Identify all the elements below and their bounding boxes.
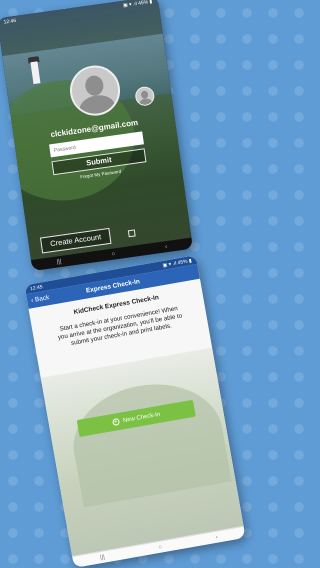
plus-icon: + [111,417,120,427]
home-icon[interactable]: ○ [111,251,115,257]
recents-icon[interactable]: ||| [100,554,106,561]
avatar-shoulders [138,97,153,107]
back-icon[interactable]: ‹ [215,534,218,540]
recents-icon[interactable]: ||| [56,258,61,265]
home-icon[interactable]: ○ [158,544,163,551]
avatar-head [84,74,105,97]
checkin-content: KidCheck Express Check-In Start a check-… [28,278,244,558]
status-icons: ▣ ▾ .ıl 45% ▮ [122,0,153,9]
login-screen: 12:46 ▣ ▾ .ıl 45% ▮ clckidzone@gmail.com… [0,0,192,261]
new-checkin-label: New Check-In [122,411,161,424]
status-time: 12:46 [3,17,17,26]
back-icon[interactable]: ‹ [165,244,168,250]
login-phone: 12:46 ▣ ▾ .ıl 45% ▮ clckidzone@gmail.com… [0,0,193,272]
more-icon[interactable] [127,229,136,238]
checkin-phone: 12:45 ▣ ▾ .ıl 45% ▮ ‹ Back Express Check… [24,255,246,568]
status-bar: 12:46 ▣ ▾ .ıl 45% ▮ [0,0,159,27]
